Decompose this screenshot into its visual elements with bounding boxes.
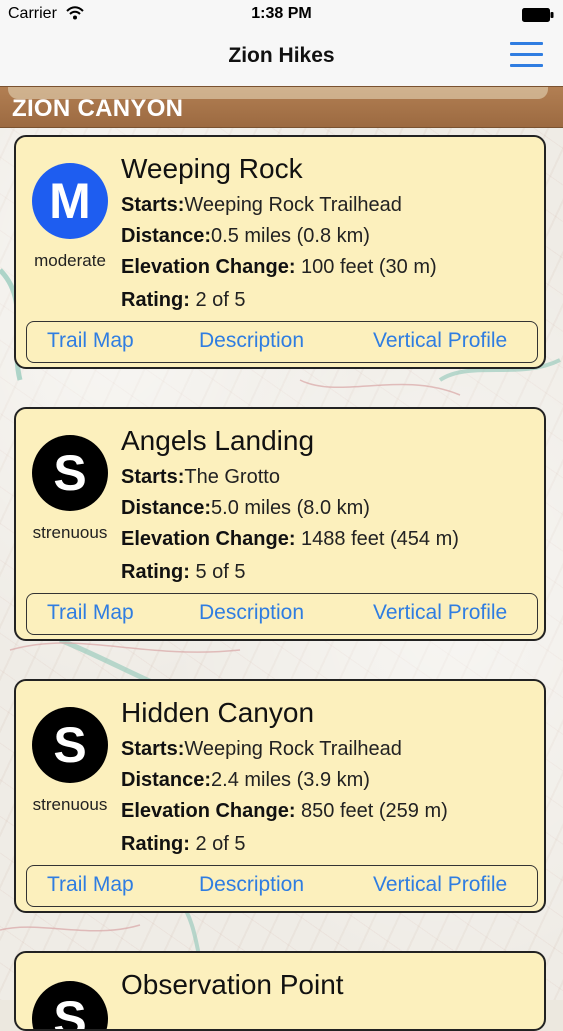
description-link[interactable]: Description [199,601,304,625]
trail-map-link[interactable]: Trail Map [47,873,134,897]
section-header: ZION CANYON [0,86,563,128]
page-title: Zion Hikes [228,44,335,67]
section-title: ZION CANYON [12,95,184,122]
hike-name: Hidden Canyon [121,697,315,728]
hike-name: Weeping Rock [121,153,303,184]
elevation-row: Elevation Change: 850 feet (259 m) [121,800,448,822]
hike-name: Observation Point [121,969,344,1000]
elevation-row: Elevation Change: 100 feet (30 m) [121,256,437,278]
rating-row: Rating: 2 of 5 [121,833,246,855]
hike-card: M moderate Weeping Rock Starts:Weeping R… [14,135,546,369]
description-link[interactable]: Description [199,873,304,897]
starts-row: Starts:Weeping Rock Trailhead [121,738,402,760]
hike-actions: Trail Map Description Vertical Profile [26,593,538,635]
hike-card: S strenuous Hidden Canyon Starts:Weeping… [14,679,546,913]
hike-card: S Observation Point [14,951,546,1031]
starts-row: Starts:The Grotto [121,466,280,488]
difficulty-badge-icon: S [32,981,108,1029]
navigation-bar: Zion Hikes [0,30,563,86]
starts-row: Starts:Weeping Rock Trailhead [121,194,402,216]
vertical-profile-link[interactable]: Vertical Profile [373,873,507,897]
vertical-profile-link[interactable]: Vertical Profile [373,601,507,625]
hike-card: S strenuous Angels Landing Starts:The Gr… [14,407,546,641]
difficulty-label: strenuous [32,795,108,814]
description-link[interactable]: Description [199,329,304,353]
elevation-row: Elevation Change: 1488 feet (454 m) [121,528,459,550]
rating-row: Rating: 2 of 5 [121,289,246,311]
trail-map-link[interactable]: Trail Map [47,329,134,353]
hike-name: Angels Landing [121,425,315,456]
distance-row: Distance:0.5 miles (0.8 km) [121,225,370,247]
rating-row: Rating: 5 of 5 [121,561,246,583]
battery-icon [522,8,554,22]
status-bar: Carrier 1:38 PM [0,0,563,30]
difficulty-badge-icon: S [32,707,108,783]
distance-row: Distance:5.0 miles (8.0 km) [121,497,370,519]
status-time: 1:38 PM [251,5,312,22]
vertical-profile-link[interactable]: Vertical Profile [373,329,507,353]
difficulty-label: strenuous [32,523,108,542]
hike-actions: Trail Map Description Vertical Profile [26,865,538,907]
difficulty-badge-icon: M [32,163,108,239]
distance-row: Distance:2.4 miles (3.9 km) [121,769,370,791]
menu-button[interactable] [509,40,545,72]
difficulty-badge-icon: S [32,435,108,511]
difficulty-label: moderate [34,251,106,270]
hike-actions: Trail Map Description Vertical Profile [26,321,538,363]
trail-map-link[interactable]: Trail Map [47,601,134,625]
